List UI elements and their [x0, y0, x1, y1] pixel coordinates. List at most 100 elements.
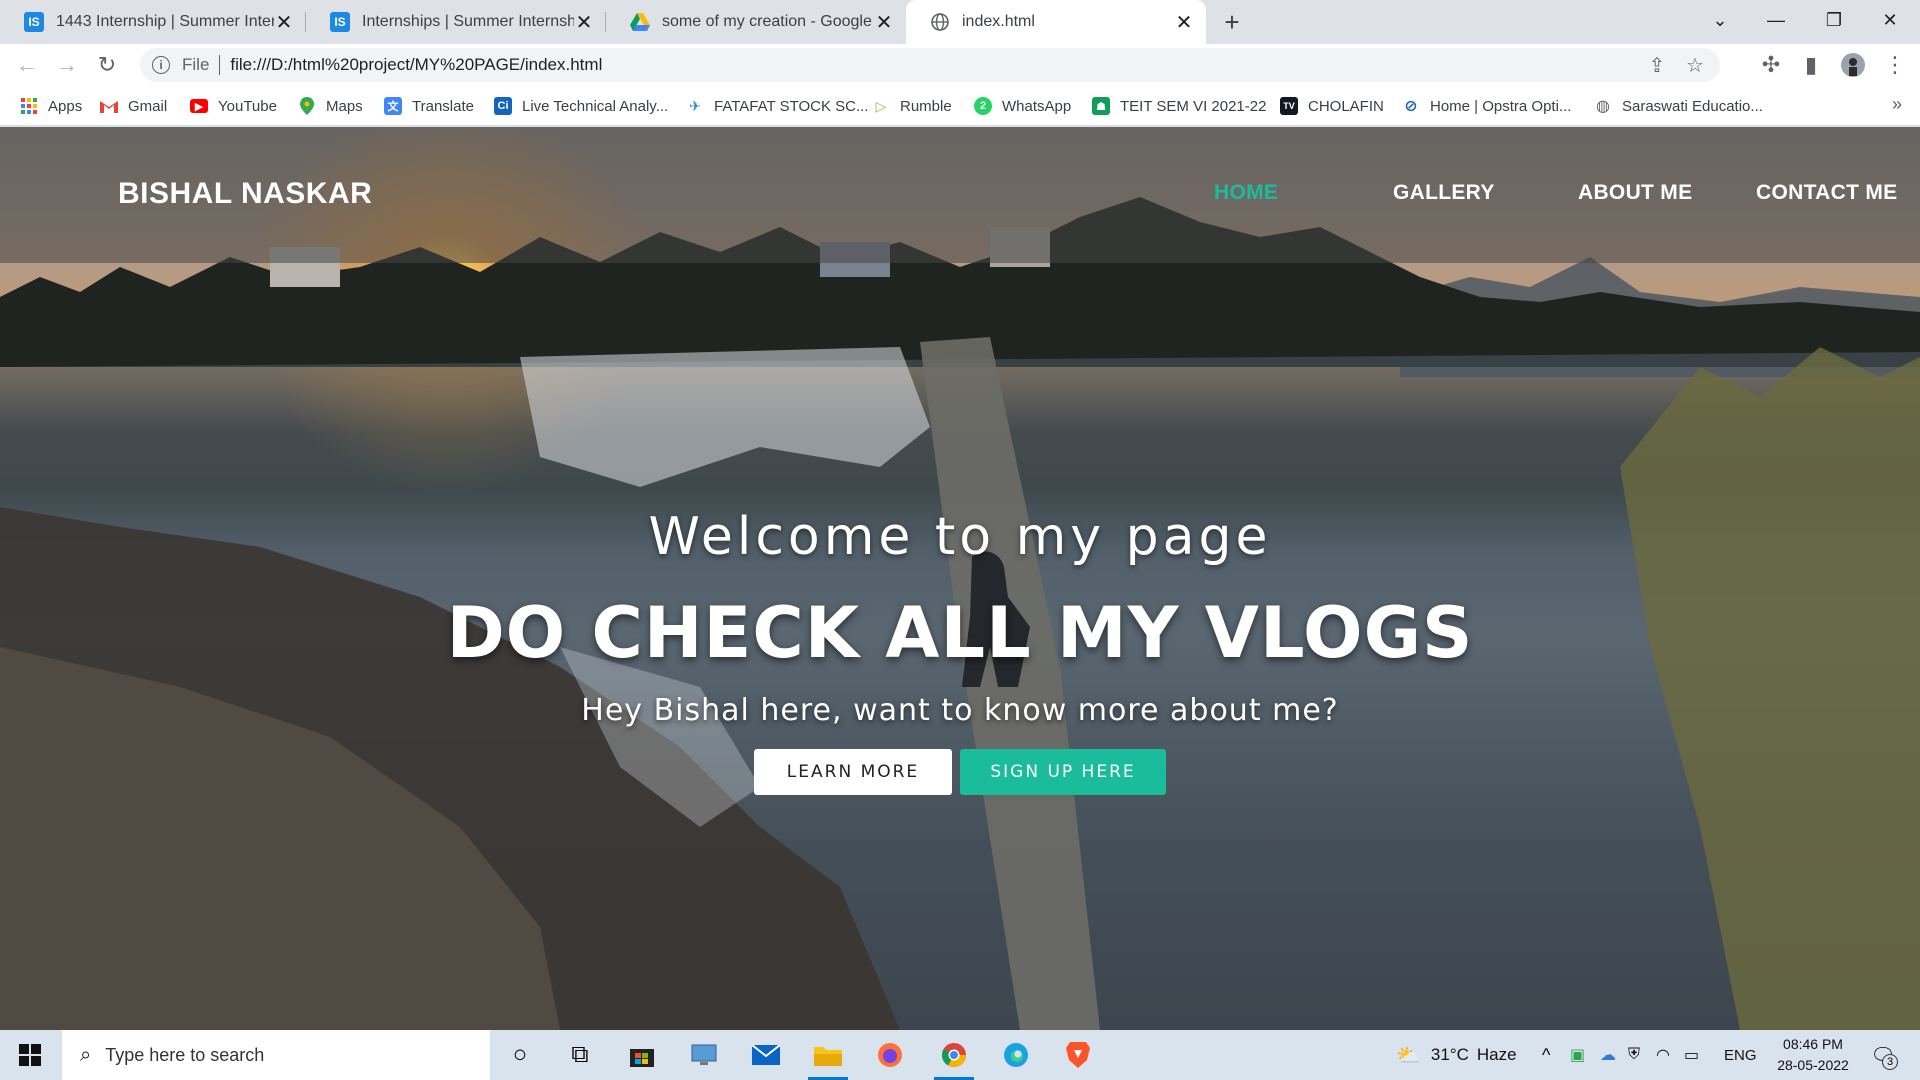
google-drive-icon	[630, 12, 650, 32]
bookmark-translate[interactable]: 文 Translate	[384, 94, 474, 118]
whatsapp-icon: 2	[974, 97, 992, 115]
learn-more-button[interactable]: LEARN MORE	[754, 749, 952, 795]
forward-icon[interactable]: →	[52, 50, 82, 80]
firefox-icon[interactable]	[862, 1030, 918, 1080]
close-icon[interactable]: ✕	[274, 12, 294, 34]
minimize-icon[interactable]: —	[1748, 0, 1804, 40]
ci-icon: Ci	[494, 97, 512, 115]
tradingview-icon: TV	[1280, 97, 1298, 115]
battery-icon[interactable]: ▭	[1684, 1030, 1699, 1080]
tab-title: 1443 Internship | Summer Interns	[56, 13, 274, 30]
file-explorer-icon[interactable]	[800, 1030, 856, 1080]
share-icon[interactable]: ⇪	[1644, 52, 1670, 78]
nav-home[interactable]: HOME	[1214, 181, 1278, 205]
bookmark-live-technical[interactable]: Ci Live Technical Analy...	[494, 94, 668, 118]
bookmark-star-icon[interactable]: ☆	[1682, 52, 1708, 78]
browser-tab[interactable]: IS Internships | Summer Internship ✕	[306, 0, 606, 44]
address-bar[interactable]: i File file:///D:/html%20project/MY%20PA…	[140, 48, 1720, 82]
bookmark-opstra[interactable]: ⊘ Home | Opstra Opti...	[1402, 94, 1571, 118]
gmail-icon	[100, 97, 118, 115]
maps-pin-icon	[298, 97, 316, 115]
back-icon[interactable]: ←	[12, 50, 42, 80]
globe-icon	[930, 12, 950, 32]
tab-title: Internships | Summer Internship	[362, 13, 574, 30]
new-tab-button[interactable]: +	[1218, 7, 1246, 37]
weather-temp: 31°C	[1430, 1045, 1469, 1064]
tab-title: index.html	[962, 13, 1035, 30]
info-icon[interactable]: i	[152, 56, 170, 74]
tab-title: some of my creation - Google Dr	[662, 13, 874, 30]
address-url[interactable]: file:///D:/html%20project/MY%20PAGE/inde…	[230, 55, 602, 75]
is-logo-icon: IS	[24, 12, 44, 32]
site-navbar: BISHAL NASKAR HOME GALLERY ABOUT ME CONT…	[0, 127, 1920, 263]
windows-start-icon[interactable]	[0, 1030, 60, 1080]
mail-icon[interactable]	[738, 1030, 794, 1080]
hero-headline: DO CHECK ALL MY VLOGS	[446, 592, 1474, 674]
browser-tab-strip: IS 1443 Internship | Summer Interns ✕ IS…	[0, 0, 1920, 44]
language-indicator[interactable]: ENG	[1724, 1030, 1757, 1080]
tab-search-icon[interactable]: ⌄	[1692, 0, 1748, 40]
browser-tab[interactable]: some of my creation - Google Dr ✕	[606, 0, 906, 44]
weather-condition: Haze	[1476, 1045, 1517, 1064]
task-view-icon[interactable]: ⧉	[552, 1030, 608, 1080]
nav-contact-me[interactable]: CONTACT ME	[1756, 181, 1897, 205]
restore-icon[interactable]: ❐	[1806, 0, 1862, 40]
tray-chevron-icon[interactable]: ^	[1542, 1030, 1550, 1080]
address-scheme: File	[182, 55, 210, 74]
bookmark-fatafat[interactable]: ✈ FATAFAT STOCK SC...	[686, 94, 868, 118]
chrome-icon[interactable]	[926, 1030, 982, 1080]
notifications-icon[interactable]: 🗨 3	[1868, 1040, 1898, 1070]
taskbar-clock[interactable]: 08:46 PM 28-05-2022	[1768, 1034, 1858, 1076]
wifi-icon[interactable]: ◠	[1656, 1030, 1670, 1080]
weather-haze-icon: ⛅	[1396, 1044, 1421, 1067]
computer-icon[interactable]	[676, 1030, 732, 1080]
menu-kebab-icon[interactable]: ⋮	[1880, 50, 1910, 80]
bookmark-saraswati[interactable]: ◍ Saraswati Educatio...	[1594, 94, 1763, 118]
browser-tab-active[interactable]: index.html ✕	[906, 0, 1206, 44]
browser-toolbar: ← → ↻ i File file:///D:/html%20project/M…	[0, 44, 1920, 86]
cortana-icon[interactable]: ○	[492, 1030, 548, 1080]
apps-grid-icon	[20, 97, 38, 115]
bookmark-maps[interactable]: Maps	[298, 94, 363, 118]
reload-icon[interactable]: ↻	[92, 50, 122, 80]
nav-about-me[interactable]: ABOUT ME	[1578, 181, 1692, 205]
brave-icon[interactable]	[1050, 1030, 1106, 1080]
side-panel-icon[interactable]: ▮	[1796, 50, 1826, 80]
bookmarks-bar: Apps Gmail ▶ YouTube Maps 文 Translate Ci…	[0, 86, 1920, 126]
browser-tab[interactable]: IS 1443 Internship | Summer Interns ✕	[0, 0, 306, 44]
store-icon[interactable]	[614, 1030, 670, 1080]
bookmark-cholafin[interactable]: TV CHOLAFIN	[1280, 94, 1384, 118]
windows-taskbar: ⌕ Type here to search ○ ⧉ ⛅ 31°C Haze ^ …	[0, 1030, 1920, 1080]
taskbar-search-input[interactable]: ⌕ Type here to search	[62, 1030, 490, 1080]
clock-time: 08:46 PM	[1783, 1036, 1843, 1052]
weather-widget[interactable]: ⛅ 31°C Haze	[1396, 1030, 1517, 1080]
onedrive-icon[interactable]: ☁	[1600, 1030, 1616, 1080]
hero-section: BISHAL NASKAR HOME GALLERY ABOUT ME CONT…	[0, 127, 1920, 1030]
notification-count-badge: 3	[1882, 1054, 1898, 1070]
welcome-heading: Welcome to my page	[648, 507, 1272, 567]
bookmark-apps[interactable]: Apps	[20, 94, 82, 118]
bookmark-youtube[interactable]: ▶ YouTube	[190, 94, 277, 118]
extensions-icon[interactable]: ✣	[1756, 50, 1786, 80]
security-shield-icon[interactable]: ⛨	[1628, 1030, 1640, 1080]
bookmarks-overflow-icon[interactable]: »	[1892, 94, 1902, 115]
bookmark-gmail[interactable]: Gmail	[100, 94, 167, 118]
close-icon[interactable]: ✕	[874, 12, 894, 34]
avatar[interactable]	[1838, 50, 1868, 80]
window-close-icon[interactable]: ✕	[1862, 0, 1918, 40]
close-icon[interactable]: ✕	[574, 12, 594, 34]
close-icon[interactable]: ✕	[1174, 12, 1194, 34]
bookmark-whatsapp[interactable]: 2 WhatsApp	[974, 94, 1071, 118]
tray-app-icon[interactable]: ▣	[1570, 1030, 1585, 1080]
opstra-icon: ⊘	[1404, 98, 1418, 115]
bookmark-rumble[interactable]: ▷ Rumble	[872, 94, 952, 118]
sign-up-button[interactable]: SIGN UP HERE	[960, 749, 1166, 795]
rumble-icon: ▷	[875, 97, 887, 114]
bookmark-teit[interactable]: ☗ TEIT SEM VI 2021-22	[1092, 94, 1266, 118]
edge-icon[interactable]	[988, 1030, 1044, 1080]
translate-icon: 文	[384, 97, 402, 115]
nav-gallery[interactable]: GALLERY	[1393, 181, 1495, 205]
hero-subtitle: Hey Bishal here, want to know more about…	[581, 693, 1339, 728]
site-logo[interactable]: BISHAL NASKAR	[118, 177, 372, 211]
search-icon: ⌕	[80, 1043, 92, 1066]
